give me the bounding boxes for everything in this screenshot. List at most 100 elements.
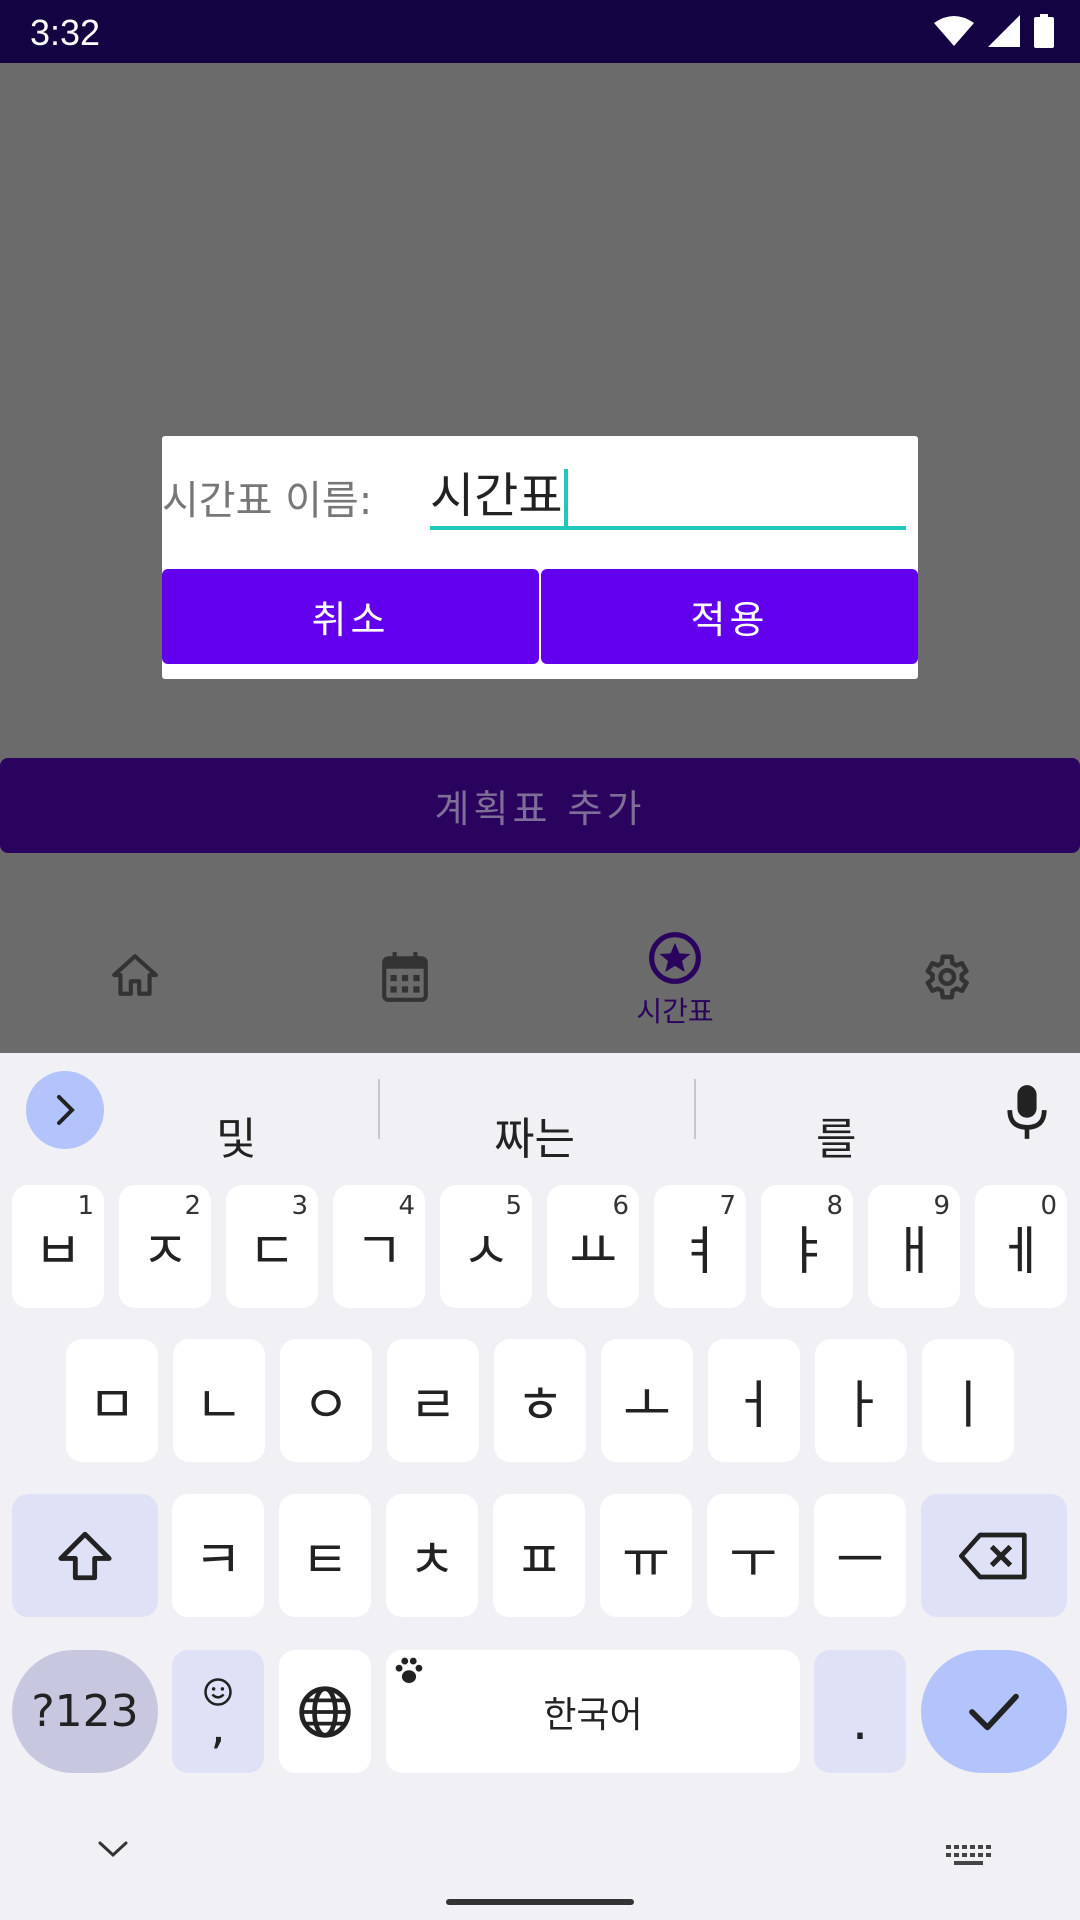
key-row1-0[interactable]: ㅂ1	[12, 1185, 104, 1308]
key-row2-2-label: ㅇ	[302, 1376, 350, 1436]
keyboard-switch-icon[interactable]	[944, 1843, 992, 1869]
timetable-name-dialog: 시간표 이름: 시간표 취소 적용	[162, 436, 918, 679]
key-row1-2[interactable]: ㄷ3	[226, 1185, 318, 1308]
suggestion-2[interactable]: 짜는	[494, 1103, 575, 1167]
expand-toolbar-button[interactable]	[26, 1071, 104, 1149]
key-row3-0[interactable]: ㅋ	[172, 1494, 264, 1617]
key-row1-1[interactable]: ㅈ2	[119, 1185, 211, 1308]
key-row1-5-hint: 6	[612, 1191, 629, 1221]
nav-settings[interactable]	[810, 900, 1080, 1053]
key-row1-7[interactable]: ㅑ8	[761, 1185, 853, 1308]
period-key[interactable]: .	[814, 1650, 906, 1773]
nav-timetable[interactable]: 시간표	[540, 900, 810, 1053]
key-row1-2-label: ㄷ	[248, 1222, 296, 1282]
wifi-icon	[934, 16, 974, 46]
key-row1-9-hint: 0	[1040, 1191, 1057, 1221]
star-circle-icon	[649, 932, 701, 984]
cancel-button-label: 취소	[311, 598, 390, 642]
key-row1-5[interactable]: ㅛ6	[547, 1185, 639, 1308]
key-row2-0[interactable]: ㅁ	[66, 1339, 158, 1462]
suggestion-1[interactable]: 및	[216, 1103, 256, 1167]
suggestion-3[interactable]: 를	[816, 1103, 856, 1167]
key-row1-6[interactable]: ㅕ7	[654, 1185, 746, 1308]
symbols-key[interactable]: ?123	[12, 1650, 158, 1773]
key-row1-6-hint: 7	[719, 1191, 736, 1221]
add-plan-button[interactable]: 계획표 추가	[0, 758, 1080, 853]
gear-icon	[925, 954, 969, 1000]
add-plan-button-label: 계획표 추가	[434, 787, 646, 831]
key-row2-1[interactable]: ㄴ	[173, 1339, 265, 1462]
key-row1-9-label: ㅔ	[997, 1222, 1045, 1282]
key-row2-4[interactable]: ㅎ	[494, 1339, 586, 1462]
signal-icon	[988, 15, 1020, 47]
home-icon	[112, 954, 158, 996]
apply-button[interactable]: 적용	[541, 569, 918, 664]
nav-timetable-label: 시간표	[636, 995, 714, 1028]
key-row1-5-label: ㅛ	[569, 1222, 617, 1282]
timetable-name-value: 시간표	[430, 468, 563, 524]
backspace-key[interactable]	[921, 1494, 1067, 1617]
period-key-label: .	[851, 1691, 869, 1752]
key-row1-7-hint: 8	[826, 1191, 843, 1221]
key-row1-3-label: ㄱ	[355, 1222, 403, 1282]
timetable-name-input[interactable]: 시간표	[430, 456, 906, 530]
status-bar: 3:32	[0, 0, 1080, 63]
chevron-right-icon	[57, 1095, 75, 1125]
key-row2-8[interactable]: ㅣ	[922, 1339, 1014, 1462]
timetable-name-label: 시간표 이름:	[162, 478, 373, 524]
comma-key-label: ,	[210, 1698, 226, 1755]
cancel-button[interactable]: 취소	[162, 569, 539, 664]
key-row2-7[interactable]: ㅏ	[815, 1339, 907, 1462]
text-caret	[564, 469, 569, 529]
hide-keyboard-icon[interactable]	[96, 1839, 130, 1859]
key-row2-6-label: ㅓ	[730, 1376, 778, 1436]
check-icon	[969, 1693, 1019, 1730]
key-row1-8-hint: 9	[933, 1191, 950, 1221]
nav-home[interactable]	[0, 900, 270, 1053]
key-row1-8-label: ㅐ	[890, 1222, 938, 1282]
key-row3-5[interactable]: ㅜ	[707, 1494, 799, 1617]
nav-calendar[interactable]	[270, 900, 540, 1053]
done-key[interactable]	[921, 1650, 1067, 1773]
key-row1-7-label: ㅑ	[783, 1222, 831, 1282]
key-row2-1-label: ㄴ	[195, 1376, 243, 1436]
battery-icon	[1034, 14, 1054, 48]
key-row3-3[interactable]: ㅍ	[493, 1494, 585, 1617]
key-row1-4[interactable]: ㅅ5	[440, 1185, 532, 1308]
key-row2-4-label: ㅎ	[516, 1376, 564, 1436]
key-row3-6[interactable]: ㅡ	[814, 1494, 906, 1617]
bottom-navigation: 시간표	[0, 900, 1080, 1053]
key-row1-1-hint: 2	[184, 1191, 201, 1221]
microphone-icon[interactable]	[1004, 1083, 1050, 1141]
key-row1-3[interactable]: ㄱ4	[333, 1185, 425, 1308]
key-row2-0-label: ㅁ	[88, 1376, 136, 1436]
symbols-key-label: ?123	[31, 1686, 139, 1737]
space-key[interactable]: 한국어	[386, 1650, 800, 1773]
key-row1-6-label: ㅕ	[676, 1222, 724, 1282]
key-row2-8-label: ㅣ	[944, 1376, 992, 1436]
key-row2-2[interactable]: ㅇ	[280, 1339, 372, 1462]
key-row2-5[interactable]: ㅗ	[601, 1339, 693, 1462]
key-row1-2-hint: 3	[291, 1191, 308, 1221]
apply-button-label: 적용	[690, 598, 769, 642]
key-row1-0-label: ㅂ	[34, 1222, 82, 1282]
key-row1-8[interactable]: ㅐ9	[868, 1185, 960, 1308]
key-row3-2[interactable]: ㅊ	[386, 1494, 478, 1617]
shift-key[interactable]	[12, 1494, 158, 1617]
key-row3-3-label: ㅍ	[515, 1531, 563, 1591]
key-row3-6-label: ㅡ	[836, 1531, 884, 1591]
emoji-comma-key[interactable]: ,	[172, 1650, 264, 1773]
language-key[interactable]	[279, 1650, 371, 1773]
key-row3-2-label: ㅊ	[408, 1531, 456, 1591]
key-row2-5-label: ㅗ	[623, 1376, 671, 1436]
key-row3-4[interactable]: ㅠ	[600, 1494, 692, 1617]
key-row2-6[interactable]: ㅓ	[708, 1339, 800, 1462]
key-row2-3[interactable]: ㄹ	[387, 1339, 479, 1462]
space-key-label: 한국어	[543, 1694, 643, 1736]
key-row1-4-hint: 5	[505, 1191, 522, 1221]
key-row1-9[interactable]: ㅔ0	[975, 1185, 1067, 1308]
backspace-icon	[959, 1532, 1027, 1579]
key-row3-1[interactable]: ㅌ	[279, 1494, 371, 1617]
key-row1-1-label: ㅈ	[141, 1222, 189, 1282]
key-row1-4-label: ㅅ	[462, 1222, 510, 1282]
